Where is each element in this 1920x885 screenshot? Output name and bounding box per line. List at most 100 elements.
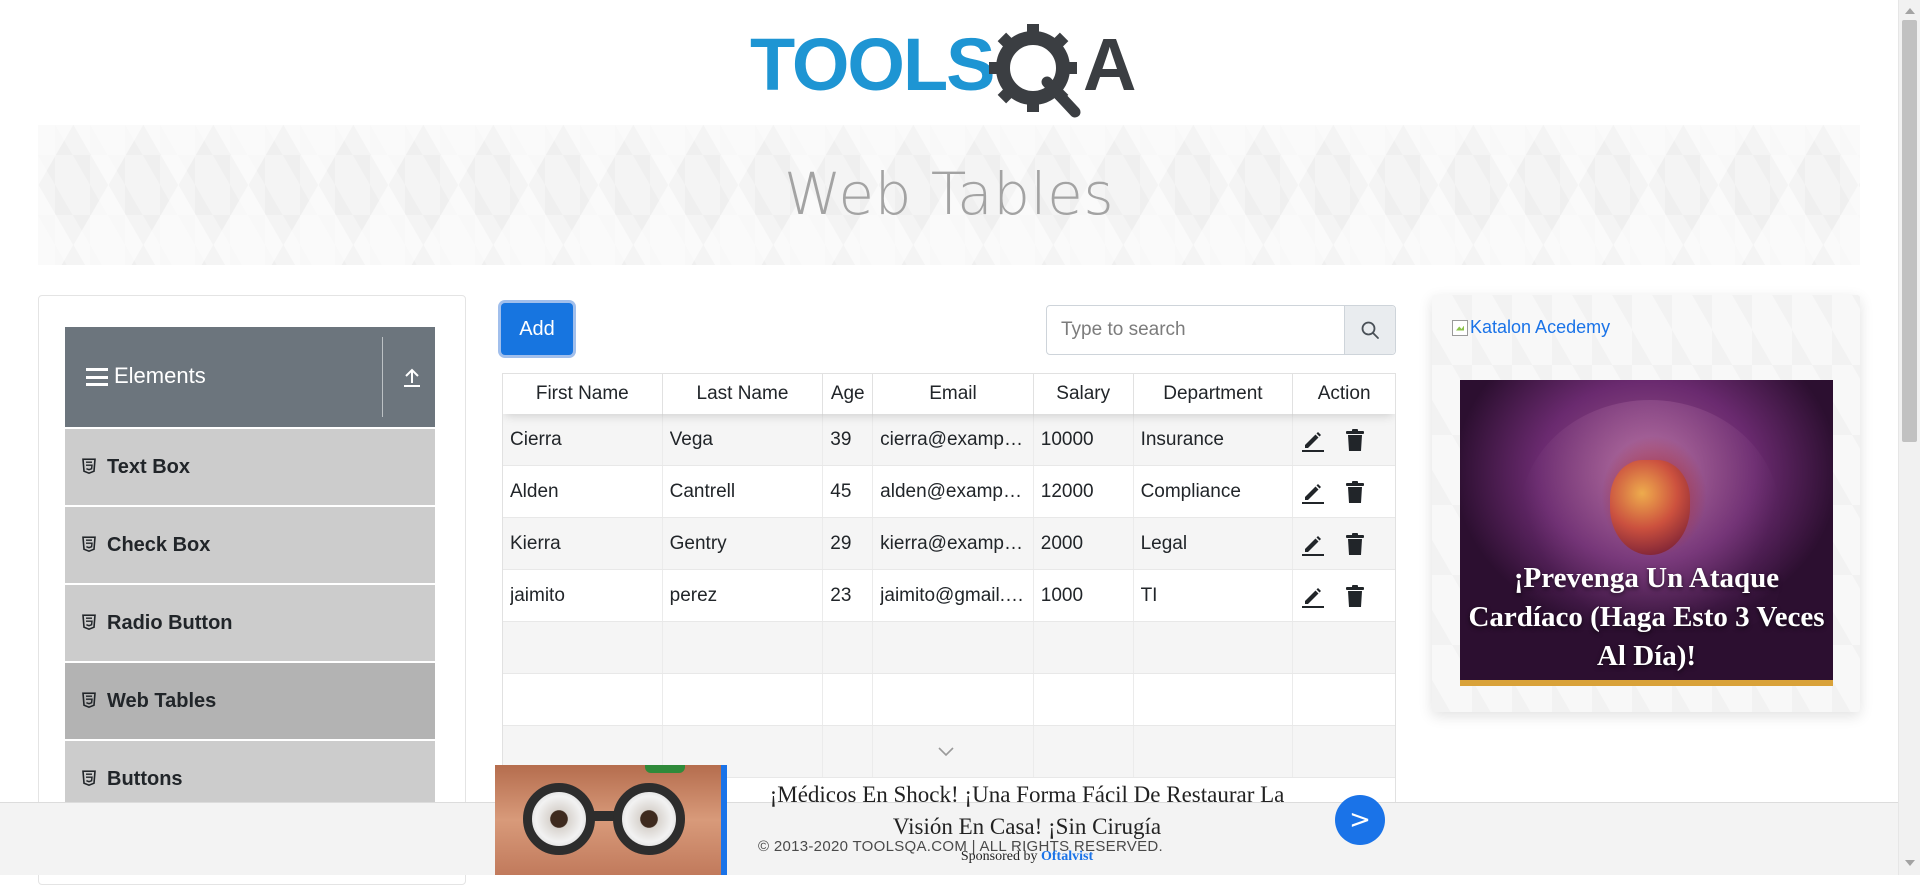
cell-email: alden@example.com	[873, 466, 1034, 517]
bottom-ad-headline: ¡Médicos En Shock! ¡Una Forma Fácil De R…	[769, 782, 1285, 839]
cell-first-name: Cierra	[503, 414, 663, 465]
katalon-academy-link[interactable]: Katalon Acedemy	[1452, 317, 1610, 338]
scrollbar-thumb[interactable]	[1902, 20, 1917, 442]
toolsqa-logo[interactable]: TOOLS A	[750, 18, 1155, 118]
ad-heart-graphic	[1610, 460, 1690, 555]
ad-eyeglasses-image	[495, 765, 721, 875]
delete-trash-icon[interactable]	[1343, 532, 1367, 556]
delete-trash-icon[interactable]	[1343, 584, 1367, 608]
scroll-up-arrow[interactable]	[1905, 8, 1915, 14]
cell-action	[1293, 570, 1395, 621]
cell-action	[1293, 466, 1395, 517]
empty-table-row	[503, 622, 1395, 674]
menu-item-text-box[interactable]: Text Box	[65, 427, 435, 505]
right-ad-panel: Katalon Acedemy ¡Prevenga Un Ataque Card…	[1432, 295, 1860, 712]
menu-item-label: Buttons	[107, 767, 183, 790]
ad-headline: ¡Prevenga Un Ataque Cardíaco (Haga Esto …	[1468, 562, 1825, 672]
cell-salary: 2000	[1034, 518, 1134, 569]
elements-group-header[interactable]: Elements	[65, 327, 435, 427]
column-header-email[interactable]: Email	[873, 374, 1034, 414]
menu-item-label: Web Tables	[107, 689, 217, 712]
cell-first-name: Kierra	[503, 518, 663, 569]
collapse-up-icon[interactable]	[400, 365, 424, 389]
search-icon	[1361, 321, 1379, 339]
cell-salary: 10000	[1034, 414, 1134, 465]
edit-pencil-icon[interactable]	[1301, 584, 1325, 608]
cell-department: Compliance	[1134, 466, 1294, 517]
cell-last-name: Cantrell	[663, 466, 824, 517]
ad-link-text: Katalon Acedemy	[1470, 317, 1611, 337]
svg-text:A: A	[1083, 23, 1136, 106]
menu-item-label: Check Box	[107, 533, 211, 556]
group-title: Elements	[114, 363, 206, 388]
cell-department: TI	[1134, 570, 1294, 621]
cell-action	[1293, 518, 1395, 569]
table-row: jaimito perez 23 jaimito@gmail.com 1000 …	[503, 570, 1395, 622]
cell-age: 29	[823, 518, 874, 569]
html5-icon	[82, 770, 96, 787]
cell-action	[1293, 414, 1395, 465]
table-row: Cierra Vega 39 cierra@example.com 10000 …	[503, 414, 1395, 466]
svg-text:TOOLS: TOOLS	[750, 23, 994, 106]
delete-trash-icon[interactable]	[1343, 428, 1367, 452]
ad-accent-bar	[721, 765, 727, 875]
html5-icon	[82, 692, 96, 709]
search-input[interactable]	[1047, 306, 1344, 354]
add-button[interactable]: Add	[501, 303, 573, 355]
cell-salary: 12000	[1034, 466, 1134, 517]
html5-icon	[82, 458, 96, 475]
cell-email: kierra@example.com	[873, 518, 1034, 569]
cell-last-name: Vega	[663, 414, 824, 465]
menu-item-label: Radio Button	[107, 611, 233, 634]
scroll-down-arrow[interactable]	[1905, 860, 1915, 866]
cell-department: Insurance	[1134, 414, 1294, 465]
search-button[interactable]	[1344, 306, 1395, 354]
ad-next-button[interactable]: >	[1335, 795, 1385, 845]
page-banner: Web Tables	[38, 125, 1860, 265]
hamburger-icon	[86, 368, 108, 386]
cell-first-name: jaimito	[503, 570, 663, 621]
page-scrollbar[interactable]	[1898, 0, 1920, 875]
empty-table-row	[503, 674, 1395, 726]
site-header: TOOLS A	[0, 0, 1898, 125]
search-box	[1046, 305, 1396, 355]
column-header-department[interactable]: Department	[1134, 374, 1294, 414]
cell-age: 23	[823, 570, 874, 621]
cell-first-name: Alden	[503, 466, 663, 517]
header-divider	[382, 337, 383, 417]
chevron-down-icon[interactable]	[936, 744, 956, 758]
table-header: First Name Last Name Age Email Salary De…	[503, 374, 1395, 414]
table-row: Kierra Gentry 29 kierra@example.com 2000…	[503, 518, 1395, 570]
menu-item-check-box[interactable]: Check Box	[65, 505, 435, 583]
edit-pencil-icon[interactable]	[1301, 428, 1325, 452]
column-header-action: Action	[1317, 383, 1371, 404]
table-row: Alden Cantrell 45 alden@example.com 1200…	[503, 466, 1395, 518]
html5-icon	[82, 536, 96, 553]
broken-image-icon	[1452, 319, 1468, 336]
cell-last-name: perez	[663, 570, 824, 621]
ad-gold-bar	[1460, 680, 1833, 686]
delete-trash-icon[interactable]	[1343, 480, 1367, 504]
cell-age: 39	[823, 414, 874, 465]
sponsor-name[interactable]: Oftalvist	[1041, 849, 1093, 864]
html5-icon	[82, 614, 96, 631]
edit-pencil-icon[interactable]	[1301, 480, 1325, 504]
heart-ad-image[interactable]: ¡Prevenga Un Ataque Cardíaco (Haga Esto …	[1460, 380, 1833, 686]
bottom-ad-sponsor: Sponsored by Oftalvist	[747, 849, 1307, 865]
column-header-age[interactable]: Age	[823, 374, 874, 414]
menu-item-radio-button[interactable]: Radio Button	[65, 583, 435, 661]
cell-salary: 1000	[1034, 570, 1134, 621]
menu-item-label: Text Box	[107, 455, 190, 478]
left-sidebar: Elements Text Box Check Box Radio Button…	[38, 295, 466, 885]
edit-pencil-icon[interactable]	[1301, 532, 1325, 556]
bottom-sponsored-ad[interactable]: ¡Médicos En Shock! ¡Una Forma Fácil De R…	[495, 765, 1395, 875]
column-header-salary[interactable]: Salary	[1034, 374, 1134, 414]
cell-email: cierra@example.com	[873, 414, 1034, 465]
elements-menu: Text Box Check Box Radio Button Web Tabl…	[65, 427, 435, 817]
column-header-first-name[interactable]: First Name	[503, 374, 663, 414]
cell-last-name: Gentry	[663, 518, 824, 569]
menu-item-web-tables[interactable]: Web Tables	[65, 661, 435, 739]
cell-department: Legal	[1134, 518, 1294, 569]
column-header-last-name[interactable]: Last Name	[663, 374, 824, 414]
cell-email: jaimito@gmail.com	[873, 570, 1034, 621]
